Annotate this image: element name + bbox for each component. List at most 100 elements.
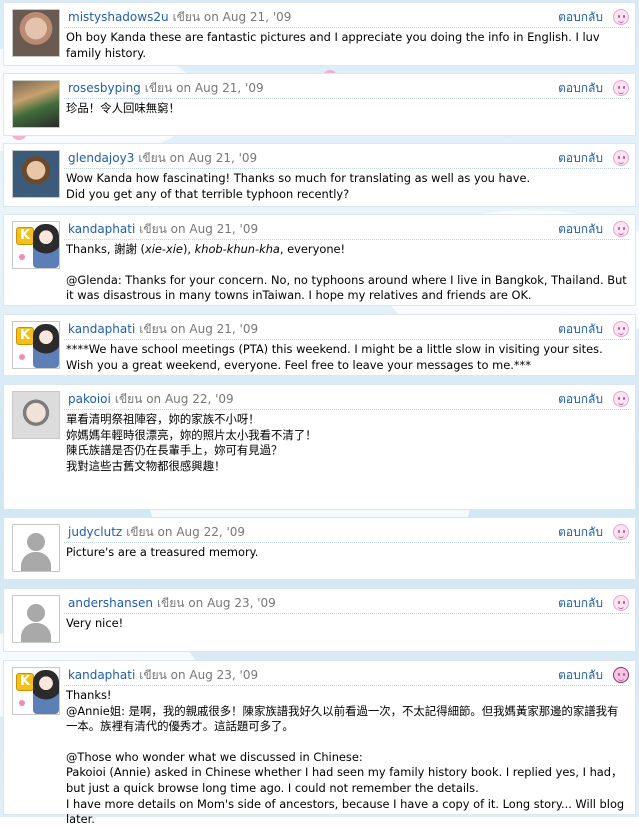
comment-line: @Annie姐: 是啊，我的親戚很多！陳家族譜我好久以前看過一次，不太記得細節。… [66, 703, 619, 734]
k-logo-icon: K [16, 673, 34, 691]
comment-header: mistyshadows2u เขียน on Aug 21, '09 ตอบกล… [64, 7, 629, 28]
comment-line: Wow Kanda how fascinating! Thanks so muc… [66, 171, 531, 185]
smiley-icon[interactable] [613, 321, 629, 337]
comment-line: 妳媽媽年輕時很漂亮，妳的照片太小我看不清了！ [66, 427, 317, 442]
comment-line [66, 735, 627, 750]
comment-line: @Those who wonder what we discussed in C… [66, 749, 363, 764]
text-span: xie-xie [145, 242, 183, 256]
comment-card: rosesbyping เขียน on Aug 21, '09 ตอบกลับ … [3, 73, 636, 136]
comment-line: Pakoioi (Annie) asked in Chinese whether… [66, 765, 623, 795]
default-user-icon [27, 533, 45, 551]
user-avatar[interactable] [12, 150, 60, 198]
comment-line: Thanks, 謝謝 (xie-xie), khob-khun-kha, eve… [66, 242, 627, 258]
flower-icon [19, 354, 25, 360]
comment-text: Wow Kanda how fascinating! Thanks so muc… [66, 171, 627, 202]
reply-link[interactable]: ตอบกลับ [558, 148, 603, 168]
smiley-icon[interactable] [613, 667, 629, 683]
username-link[interactable]: pakoioi [64, 392, 111, 406]
comment-text: Very nice! [66, 616, 627, 632]
comment-line: I have more details on Mom's side of anc… [66, 796, 625, 827]
k-logo-icon: K [16, 227, 34, 245]
reply-link[interactable]: ตอบกลับ [558, 389, 603, 409]
comment-date: เขียน on Aug 22, '09 [114, 392, 234, 406]
comment-header: kandaphati เขียน on Aug 21, '09 ตอบกลับ [64, 219, 629, 240]
default-user-icon [27, 604, 45, 622]
comment-text: Picture's are a treasured memory. [66, 545, 627, 561]
comment-line: Thanks! [66, 688, 112, 702]
k-logo-icon: K [16, 327, 34, 345]
comment-card: K kandaphati เขียน on Aug 21, '09 ตอบกลับ… [3, 314, 636, 376]
comment-card: K kandaphati เขียน on Aug 23, '09 ตอบกลับ… [3, 660, 636, 826]
comment-card: glendajoy3 เขียน on Aug 21, '09 ตอบกลับ W… [3, 143, 636, 207]
comment-line: 我對這些古舊文物都很感興趣！ [66, 458, 226, 473]
comment-text: Oh boy Kanda these are fantastic picture… [66, 30, 627, 61]
reply-link[interactable]: ตอบกลับ [558, 219, 603, 239]
smiley-icon[interactable] [613, 9, 629, 25]
smiley-icon[interactable] [613, 595, 629, 611]
username-link[interactable]: glendajoy3 [64, 151, 134, 165]
comment-header: rosesbyping เขียน on Aug 21, '09 ตอบกลับ [64, 78, 629, 99]
comment-date: เขียน on Aug 23, '09 [156, 596, 276, 610]
reply-link[interactable]: ตอบกลับ [558, 593, 603, 613]
comment-header: andershansen เขียน on Aug 23, '09 ตอบกลับ [64, 593, 629, 614]
username-link[interactable]: andershansen [64, 596, 153, 610]
user-avatar[interactable] [12, 9, 60, 57]
user-avatar[interactable] [12, 391, 60, 439]
comment-line: Oh boy Kanda these are fantastic picture… [66, 30, 600, 60]
user-avatar[interactable]: K [12, 667, 60, 715]
reply-link[interactable]: ตอบกลับ [558, 7, 603, 27]
anime-girl-icon [33, 324, 59, 368]
comment-text: Thanks, 謝謝 (xie-xie), khob-khun-kha, eve… [66, 242, 627, 304]
comment-header: judyclutz เขียน on Aug 22, '09 ตอบกลับ [64, 522, 629, 543]
comment-header: kandaphati เขียน on Aug 23, '09 ตอบกลับ [64, 665, 629, 686]
comment-card: judyclutz เขียน on Aug 22, '09 ตอบกลับ Pi… [3, 517, 636, 580]
comment-card: mistyshadows2u เขียน on Aug 21, '09 ตอบกล… [3, 2, 636, 66]
anime-girl-icon [33, 670, 59, 714]
smiley-icon[interactable] [613, 524, 629, 540]
text-span: Thanks, 謝謝 ( [66, 242, 145, 256]
comment-header: kandaphati เขียน on Aug 21, '09 ตอบกลับ [64, 319, 629, 340]
comment-card: andershansen เขียน on Aug 23, '09 ตอบกลับ… [3, 588, 636, 652]
username-link[interactable]: mistyshadows2u [64, 10, 169, 24]
username-link[interactable]: kandaphati [64, 222, 135, 236]
smiley-icon[interactable] [613, 150, 629, 166]
comment-text: Thanks! @Annie姐: 是啊，我的親戚很多！陳家族譜我好久以前看過一次… [66, 688, 627, 828]
user-avatar[interactable]: K [12, 221, 60, 269]
comment-line: @Glenda: Thanks for your concern. No, no… [66, 272, 627, 303]
comment-text: 珍品！令人回味無窮！ [66, 101, 627, 117]
reply-link[interactable]: ตอบกลับ [558, 522, 603, 542]
user-avatar[interactable]: K [12, 321, 60, 369]
user-avatar[interactable] [12, 595, 60, 643]
username-link[interactable]: kandaphati [64, 322, 135, 336]
reply-link[interactable]: ตอบกลับ [558, 665, 603, 685]
comment-date: เขียน on Aug 21, '09 [144, 81, 264, 95]
username-link[interactable]: rosesbyping [64, 81, 141, 95]
user-avatar[interactable] [12, 80, 60, 128]
anime-girl-icon [33, 224, 59, 268]
comment-line: 單看清明祭祖陣容，妳的家族不小呀！ [66, 412, 260, 426]
smiley-icon[interactable] [613, 221, 629, 237]
text-span: ), [182, 242, 195, 256]
user-avatar[interactable] [12, 524, 60, 572]
comment-line: 珍品！令人回味無窮！ [66, 101, 180, 115]
flower-icon [19, 700, 25, 706]
text-span: , everyone! [279, 242, 346, 256]
comment-date: เขียน on Aug 21, '09 [172, 10, 292, 24]
comment-line: ****We have school meetings (PTA) this w… [66, 342, 603, 372]
comment-date: เขียน on Aug 21, '09 [138, 151, 258, 165]
comment-line: 陳氏族譜是否仍在長輩手上，妳可有見過？ [66, 443, 283, 458]
comment-date: เขียน on Aug 21, '09 [139, 222, 259, 236]
reply-link[interactable]: ตอบกลับ [558, 319, 603, 339]
username-link[interactable]: judyclutz [64, 525, 122, 539]
comment-date: เขียน on Aug 23, '09 [139, 668, 259, 682]
smiley-icon[interactable] [613, 391, 629, 407]
comment-card: K kandaphati เขียน on Aug 21, '09 ตอบกลับ… [3, 214, 636, 306]
comment-header: glendajoy3 เขียน on Aug 21, '09 ตอบกลับ [64, 148, 629, 169]
smiley-icon[interactable] [613, 80, 629, 96]
username-link[interactable]: kandaphati [64, 668, 135, 682]
flower-icon [19, 254, 25, 260]
default-user-icon [21, 552, 51, 571]
comment-card: pakoioi เขียน on Aug 22, '09 ตอบกลับ 單看清明… [3, 384, 636, 510]
reply-link[interactable]: ตอบกลับ [558, 78, 603, 98]
comment-header: pakoioi เขียน on Aug 22, '09 ตอบกลับ [64, 389, 629, 410]
